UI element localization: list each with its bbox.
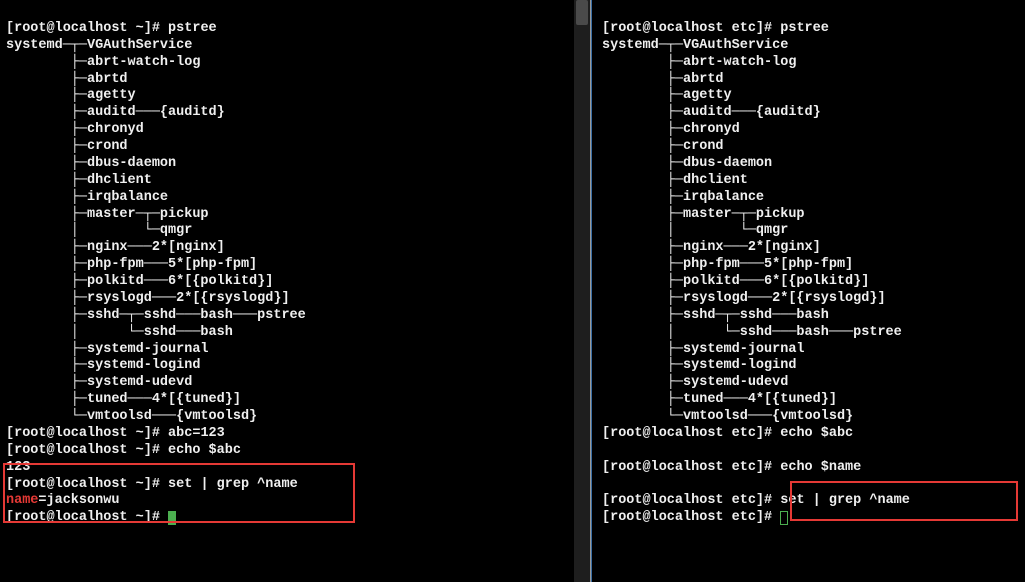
left-scrollbar[interactable]	[574, 0, 590, 582]
pstree-line: ├─abrt-watch-log	[6, 55, 200, 70]
pstree-line: ├─nginx───2*[nginx]	[602, 240, 821, 255]
pstree-line: │ └─qmgr	[6, 223, 192, 238]
pstree-line: ├─polkitd───6*[{polkitd}]	[602, 274, 869, 289]
pstree-line: ├─sshd─┬─sshd───bash	[602, 308, 829, 323]
pstree-line: ├─abrtd	[6, 72, 128, 87]
prompt: [root@localhost ~]#	[6, 443, 160, 458]
left-terminal-pane[interactable]: [root@localhost ~]# pstree systemd─┬─VGA…	[0, 0, 591, 582]
prompt: [root@localhost ~]#	[6, 426, 160, 441]
pstree-line: ├─auditd───{auditd}	[602, 105, 821, 120]
right-terminal-pane[interactable]: [root@localhost etc]# pstree systemd─┬─V…	[591, 0, 1025, 582]
command: echo $abc	[168, 443, 241, 458]
grep-rest: =jacksonwu	[38, 493, 119, 508]
command: pstree	[168, 21, 217, 36]
command: abc=123	[168, 426, 225, 441]
pstree-line: ├─chronyd	[6, 122, 144, 137]
pstree-line: ├─dhclient	[602, 173, 748, 188]
pstree-line: ├─irqbalance	[6, 190, 168, 205]
pstree-line: ├─tuned───4*[{tuned}]	[6, 392, 241, 407]
pstree-line: ├─sshd─┬─sshd───bash───pstree	[6, 308, 306, 323]
pstree-line: ├─rsyslogd───2*[{rsyslogd}]	[6, 291, 290, 306]
pstree-line: ├─php-fpm───5*[php-fpm]	[602, 257, 853, 272]
pstree-line: ├─agetty	[6, 88, 136, 103]
output: 123	[6, 460, 30, 475]
pstree-line: ├─polkitd───6*[{polkitd}]	[6, 274, 273, 289]
pstree-line: ├─systemd-journal	[602, 342, 805, 357]
pstree-line: │ └─sshd───bash	[6, 325, 233, 340]
pstree-line: systemd─┬─VGAuthService	[602, 38, 788, 53]
pstree-line: ├─master─┬─pickup	[6, 207, 209, 222]
cursor-icon	[780, 511, 788, 525]
prompt: [root@localhost ~]#	[6, 21, 160, 36]
pstree-line: ├─systemd-logind	[602, 358, 796, 373]
pstree-line: ├─master─┬─pickup	[602, 207, 805, 222]
prompt: [root@localhost etc]#	[602, 460, 772, 475]
pstree-line: ├─systemd-logind	[6, 358, 200, 373]
pstree-line: │ └─qmgr	[602, 223, 788, 238]
prompt: [root@localhost etc]#	[602, 510, 772, 525]
pstree-line: ├─rsyslogd───2*[{rsyslogd}]	[602, 291, 886, 306]
prompt: [root@localhost etc]#	[602, 21, 772, 36]
pstree-line: systemd─┬─VGAuthService	[6, 38, 192, 53]
prompt: [root@localhost ~]#	[6, 477, 160, 492]
pstree-line: ├─tuned───4*[{tuned}]	[602, 392, 837, 407]
pstree-line: ├─crond	[602, 139, 724, 154]
pstree-line: ├─crond	[6, 139, 128, 154]
left-terminal-content: [root@localhost ~]# pstree systemd─┬─VGA…	[0, 0, 590, 531]
pstree-line: ├─systemd-udevd	[602, 375, 788, 390]
pstree-line: ├─dbus-daemon	[602, 156, 772, 171]
pstree-line: ├─chronyd	[602, 122, 740, 137]
command: echo $name	[780, 460, 861, 475]
pstree-line: │ └─sshd───bash───pstree	[602, 325, 902, 340]
command: set | grep ^name	[780, 493, 910, 508]
cursor-icon	[168, 511, 176, 525]
command: echo $abc	[780, 426, 853, 441]
pstree-line: ├─systemd-journal	[6, 342, 209, 357]
pstree-line: └─vmtoolsd───{vmtoolsd}	[602, 409, 853, 424]
pstree-line: ├─irqbalance	[602, 190, 764, 205]
pstree-line: ├─auditd───{auditd}	[6, 105, 225, 120]
command: pstree	[780, 21, 829, 36]
split-panes: [root@localhost ~]# pstree systemd─┬─VGA…	[0, 0, 1025, 582]
prompt: [root@localhost ~]#	[6, 510, 160, 525]
pstree-line: └─vmtoolsd───{vmtoolsd}	[6, 409, 257, 424]
pstree-line: ├─agetty	[602, 88, 732, 103]
pstree-line: ├─systemd-udevd	[6, 375, 192, 390]
pstree-line: ├─nginx───2*[nginx]	[6, 240, 225, 255]
scrollbar-thumb[interactable]	[576, 0, 588, 25]
grep-match: name	[6, 493, 38, 508]
pstree-line: ├─php-fpm───5*[php-fpm]	[6, 257, 257, 272]
prompt: [root@localhost etc]#	[602, 426, 772, 441]
pstree-line: ├─dbus-daemon	[6, 156, 176, 171]
prompt: [root@localhost etc]#	[602, 493, 772, 508]
pstree-line: ├─abrtd	[602, 72, 724, 87]
right-terminal-content: [root@localhost etc]# pstree systemd─┬─V…	[592, 0, 1025, 531]
pstree-line: ├─abrt-watch-log	[602, 55, 796, 70]
command: set | grep ^name	[168, 477, 298, 492]
pstree-line: ├─dhclient	[6, 173, 152, 188]
